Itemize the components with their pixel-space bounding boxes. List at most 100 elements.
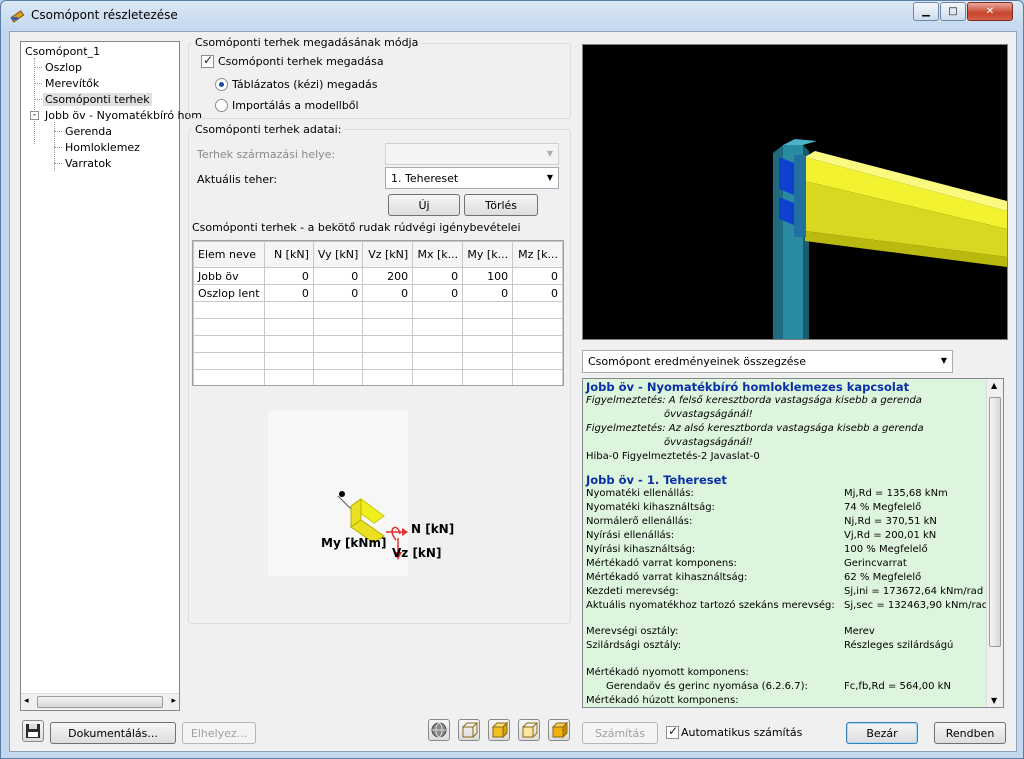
delete-load-button[interactable]: Törlés xyxy=(464,194,538,216)
tree-item-merevitok[interactable]: Merevítők xyxy=(45,77,99,90)
close-window-button[interactable]: ✕ xyxy=(967,2,1013,21)
col-header[interactable]: My [k... xyxy=(462,241,514,268)
3d-viewport[interactable] xyxy=(582,44,1008,340)
table-cell[interactable]: 0 xyxy=(263,267,314,285)
maximize-icon: □ xyxy=(948,6,958,17)
result-value: Mj,Rd = 135,68 kNm xyxy=(844,488,948,500)
table-cell[interactable]: Oszlop lent xyxy=(193,284,265,302)
tree-item-csomoponti-terhek[interactable]: Csomóponti terhek xyxy=(43,93,152,106)
table-cell[interactable]: 0 xyxy=(263,284,314,302)
table-cell[interactable]: 0 xyxy=(512,267,563,285)
message-counts: Hiba-0 Figyelmeztetés-2 Javaslat-0 xyxy=(586,450,760,462)
scroll-down-icon[interactable]: ▼ xyxy=(991,696,997,705)
table-cell[interactable]: 0 xyxy=(512,284,563,302)
tree-item-varratok[interactable]: Varratok xyxy=(65,157,111,170)
view-globe-button[interactable] xyxy=(428,719,450,741)
auto-calc-label[interactable]: Automatikus számítás xyxy=(681,726,802,739)
table-cell[interactable]: 100 xyxy=(462,267,514,285)
table-cell[interactable]: 0 xyxy=(412,267,464,285)
tree-item-oszlop[interactable]: Oszlop xyxy=(45,61,82,74)
table-empty-row[interactable] xyxy=(193,301,563,319)
radio-import[interactable] xyxy=(215,99,228,112)
result-loadcase-title: Jobb öv - 1. Tehereset xyxy=(586,473,727,488)
save-button[interactable] xyxy=(22,720,44,742)
tension-component-heading: Mértékadó húzott komponens: xyxy=(586,695,739,707)
radio-manual-table-label[interactable]: Táblázatos (kézi) megadás xyxy=(232,78,378,91)
vz-force-label: Vz [kN] xyxy=(392,546,442,560)
warning-1: Figyelmeztetés: A felső keresztborda vas… xyxy=(586,395,984,409)
close-button[interactable]: Bezár xyxy=(846,722,918,744)
tree-horizontal-scrollbar[interactable]: ◂ ▸ xyxy=(21,693,179,710)
warning-prefix: Figyelmeztetés: xyxy=(586,422,666,434)
result-key: Kezdeti merevség: xyxy=(586,585,679,597)
col-header[interactable]: Vz [kN] xyxy=(362,241,414,268)
dialog-client: Csomópont_1 Oszlop Merevítők Csomóponti … xyxy=(9,31,1017,752)
tree-item-jobb-ov[interactable]: Jobb öv - Nyomatékbíró hom xyxy=(45,109,202,122)
col-header[interactable]: N [kN] xyxy=(263,241,314,268)
view-transparent-button[interactable] xyxy=(518,719,540,741)
scroll-up-icon[interactable]: ▲ xyxy=(991,381,997,390)
enable-loads-label[interactable]: Csomóponti terhek megadása xyxy=(218,55,384,68)
tree-root[interactable]: Csomópont_1 xyxy=(25,45,100,58)
result-row: Gerendaöv és gerinc nyomása (6.2.6.7): F… xyxy=(586,681,984,695)
table-row[interactable]: Jobb öv 0 0 200 0 100 0 xyxy=(193,267,563,285)
result-value: Vj,Rd = 200,01 kN xyxy=(844,530,937,542)
table-cell[interactable]: 0 xyxy=(362,284,414,302)
table-cell[interactable]: Jobb öv xyxy=(193,267,265,285)
table-cell[interactable]: 0 xyxy=(462,284,514,302)
results-panel[interactable]: Jobb öv - Nyomatékbíró homloklemezes kap… xyxy=(582,378,1004,708)
ok-button[interactable]: Rendben xyxy=(934,722,1006,744)
auto-calc-checkbox[interactable] xyxy=(666,724,679,739)
result-row: Nyírási ellenállás: Vj,Rd = 200,01 kN xyxy=(586,530,984,544)
result-value: Nj,Rd = 370,51 kN xyxy=(844,516,937,528)
table-row[interactable]: Oszlop lent 0 0 0 0 0 0 xyxy=(193,284,563,302)
maximize-button[interactable]: □ xyxy=(940,2,966,21)
chevron-down-icon: ▼ xyxy=(546,149,553,158)
data-group-title: Csomóponti terhek adatai: xyxy=(192,123,345,136)
col-header[interactable]: Mz [k... xyxy=(512,241,563,268)
app-icon xyxy=(10,10,25,23)
transparent-cube-icon xyxy=(522,722,539,738)
table-empty-row[interactable] xyxy=(193,318,563,336)
scroll-right-icon[interactable]: ▸ xyxy=(171,696,176,706)
calculate-button[interactable]: Számítás xyxy=(582,722,658,744)
view-solid-button[interactable] xyxy=(488,719,510,741)
result-value: Részleges szilárdságú xyxy=(844,640,954,652)
table-cell[interactable]: 0 xyxy=(312,284,364,302)
current-load-dropdown[interactable]: 1. Tehereset ▼ xyxy=(385,167,559,189)
document-button[interactable]: Dokumentálás... xyxy=(50,722,176,744)
results-vertical-scrollbar[interactable]: ▲ ▼ xyxy=(986,379,1003,707)
summary-dropdown-value: Csomópont eredményeinek összegzése xyxy=(588,355,807,368)
table-empty-row[interactable] xyxy=(193,352,563,370)
warning-text: Az alsó keresztborda vastagsága kisebb a… xyxy=(668,422,924,434)
node-tree[interactable]: Csomópont_1 Oszlop Merevítők Csomóponti … xyxy=(20,41,202,711)
result-key: Nyomatéki ellenállás: xyxy=(586,488,694,500)
collapse-icon[interactable]: - xyxy=(30,111,39,120)
current-load-label: Aktuális teher: xyxy=(197,173,278,186)
table-empty-row[interactable] xyxy=(193,335,563,353)
tree-item-homloklemez[interactable]: Homloklemez xyxy=(65,141,140,154)
view-wireframe-button[interactable] xyxy=(458,719,480,741)
chevron-down-icon: ▼ xyxy=(940,356,947,365)
loads-table[interactable]: Elem neve N [kN] Vy [kN] Vz [kN] Mx [k..… xyxy=(192,240,564,386)
table-cell[interactable]: 200 xyxy=(362,267,414,285)
radio-manual-table[interactable] xyxy=(215,78,228,91)
table-cell[interactable]: 0 xyxy=(312,267,364,285)
enable-loads-checkbox[interactable] xyxy=(201,53,214,68)
col-header[interactable]: Elem neve xyxy=(193,241,265,268)
summary-dropdown[interactable]: Csomópont eredményeinek összegzése ▼ xyxy=(582,350,953,373)
radio-import-label[interactable]: Importálás a modellből xyxy=(232,99,359,112)
table-empty-row[interactable] xyxy=(193,369,563,385)
tree-item-gerenda[interactable]: Gerenda xyxy=(65,125,112,138)
col-header[interactable]: Mx [k... xyxy=(412,241,464,268)
scroll-thumb[interactable] xyxy=(989,397,1001,647)
col-header[interactable]: Vy [kN] xyxy=(312,241,364,268)
origin-dropdown[interactable]: ▼ xyxy=(385,143,559,165)
scroll-left-icon[interactable]: ◂ xyxy=(24,696,29,706)
view-shaded-button[interactable] xyxy=(548,719,570,741)
table-cell[interactable]: 0 xyxy=(412,284,464,302)
place-button[interactable]: Elhelyez... xyxy=(182,722,256,744)
new-load-button[interactable]: Új xyxy=(388,194,460,216)
minimize-button[interactable]: ▁ xyxy=(913,2,939,21)
solid-cube-icon xyxy=(491,721,509,739)
